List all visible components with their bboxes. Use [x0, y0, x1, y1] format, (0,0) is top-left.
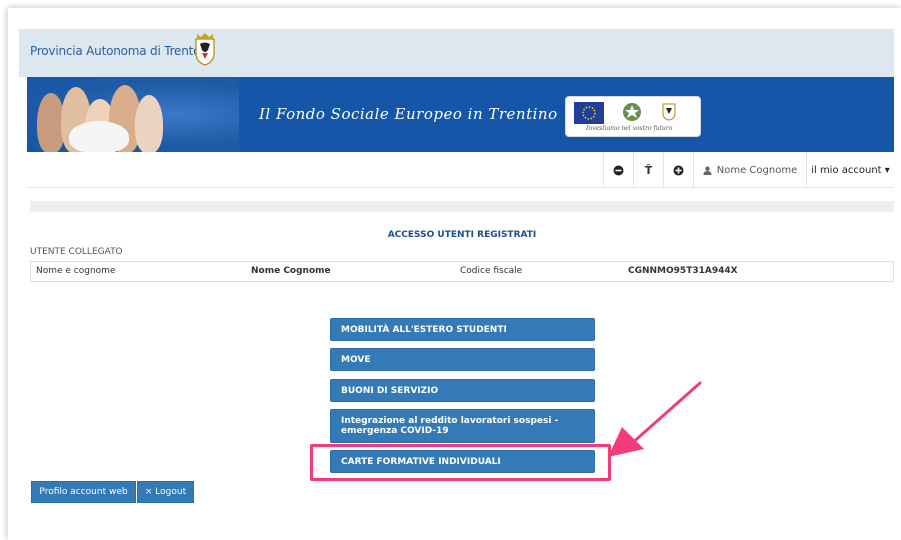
service-button-mobilita[interactable]: MOBILITÀ ALL'ESTERO STUDENTI: [330, 318, 595, 341]
service-button-buoni[interactable]: BUONI DI SERVIZIO: [330, 379, 595, 402]
banner-slogan: Il Fondo Sociale Europeo in Trentino: [259, 105, 558, 123]
page-heading: ACCESSO UTENTI REGISTRATI: [387, 230, 537, 240]
italy-emblem-icon: [623, 103, 641, 121]
logout-button[interactable]: × Logout: [137, 481, 194, 503]
annotation-arrow: [608, 381, 702, 457]
province-crest-icon: [662, 103, 676, 121]
service-button-covid[interactable]: Integrazione al reddito lavoratori sospe…: [330, 409, 595, 443]
top-header: Provincia Autonoma di Trento: [19, 29, 894, 77]
logos-tagline: Investiamo nel vostro futuro: [586, 125, 673, 132]
increase-font-button[interactable]: [663, 152, 693, 188]
banner-people-photo: [27, 77, 239, 152]
person-photo: [135, 95, 163, 152]
name-label: Nome e cognome: [36, 266, 116, 276]
user-icon: [703, 166, 712, 175]
plus-circle-icon: [673, 165, 684, 175]
minus-circle-icon: [613, 165, 624, 175]
tax-code-value: CGNNMO95T31A944X: [628, 266, 738, 276]
user-toolbar: T̂ Nome Cognome il mio account ▾: [27, 152, 894, 188]
name-value: Nome Cognome: [251, 266, 331, 276]
service-button-move[interactable]: MOVE: [330, 348, 595, 371]
crest-icon: [195, 33, 215, 66]
user-name: Nome Cognome: [716, 164, 798, 176]
profile-account-button[interactable]: Profilo account web: [31, 481, 136, 503]
highlight-box: [310, 444, 611, 481]
eu-flag-icon: [574, 102, 604, 124]
text-size-icon: T̂: [644, 163, 653, 177]
account-menu-label: il mio account ▾: [811, 164, 890, 176]
partner-logos: Investiamo nel vostro futuro: [565, 96, 701, 137]
breadcrumb-bar: [30, 201, 894, 212]
decrease-font-button[interactable]: [603, 152, 633, 188]
person-photo: [69, 121, 129, 152]
font-size-button[interactable]: T̂: [633, 152, 663, 188]
user-section-label: UTENTE COLLEGATO: [30, 247, 123, 257]
site-title[interactable]: Provincia Autonoma di Trento: [30, 44, 200, 58]
tax-code-label: Codice fiscale: [460, 266, 523, 276]
user-name-link[interactable]: Nome Cognome: [693, 152, 806, 188]
banner: Il Fondo Sociale Europeo in Trentino Inv…: [27, 77, 894, 152]
account-menu[interactable]: il mio account ▾: [806, 152, 894, 188]
user-info-table: Nome e cognome Nome Cognome Codice fisca…: [30, 261, 894, 282]
